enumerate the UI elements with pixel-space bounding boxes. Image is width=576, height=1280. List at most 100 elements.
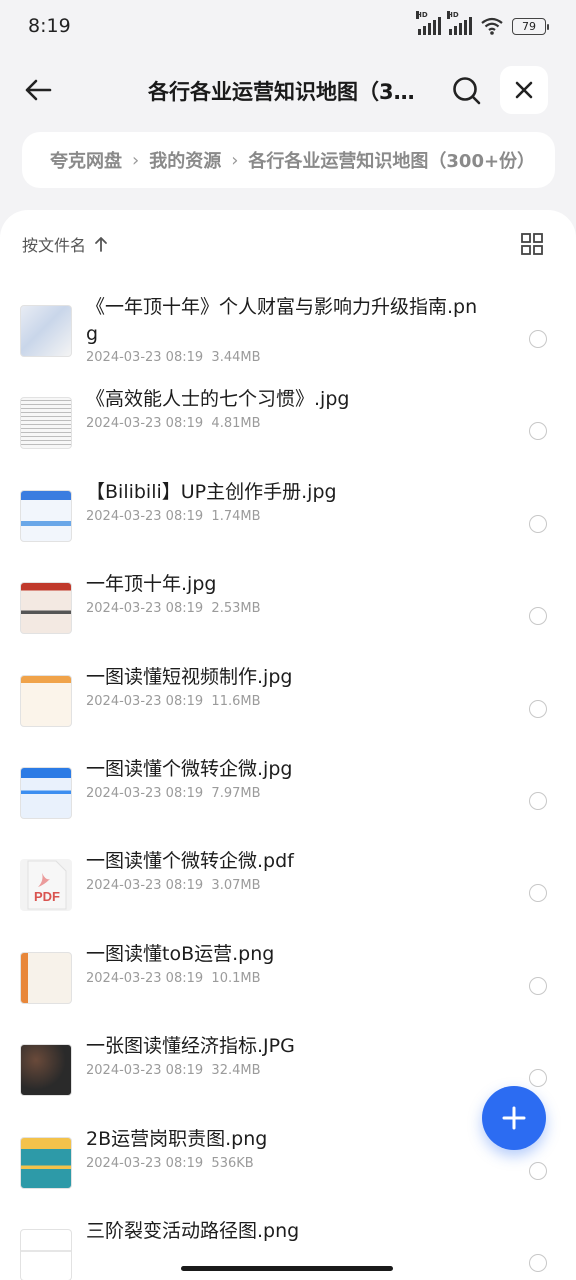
image-thumbnail — [20, 1228, 72, 1280]
file-row[interactable]: PDF 一图读懂个微转企微.pdf 2024-03-23 08:19 3.07MB — [0, 842, 576, 934]
signal-icon: HD — [447, 11, 472, 35]
page-title: 各行各业运营知识地图（300+份） — [148, 80, 428, 104]
file-date: 2024-03-23 08:19 — [86, 601, 204, 617]
file-date: 2024-03-23 08:19 — [86, 785, 204, 801]
file-name-line: 《高效能人士的七个习惯》.jpg — [86, 388, 350, 411]
grid-view-button[interactable] — [520, 232, 544, 256]
wifi-icon — [481, 17, 503, 35]
file-name-line: 一图读懂短视频制作.jpg — [86, 665, 293, 688]
status-icons: HD HD 79 — [416, 11, 549, 35]
top-app-bar: 各行各业运营知识地图（300+份） — [0, 62, 576, 120]
pdf-label: PDF — [34, 889, 60, 904]
status-bar: 8:19 HD HD 79 — [0, 0, 576, 52]
file-size: 10.1MB — [211, 970, 261, 986]
file-size: 3.07MB — [211, 878, 261, 894]
add-button[interactable] — [482, 1086, 546, 1150]
file-meta: 2024-03-23 08:19 536KB — [86, 1156, 254, 1171]
file-name: 一张图读懂经济指标.JPG — [86, 1033, 486, 1060]
file-name: 【Bilibili】UP主创作手册.jpg — [86, 479, 486, 506]
pdf-file-icon: PDF — [20, 859, 72, 912]
file-name-line: 一图读懂个微转企微.pdf — [86, 850, 294, 873]
file-name-line: 一年顶十年.jpg — [86, 573, 217, 596]
file-row[interactable]: 《一年顶十年》个人财富与影响力升级指南.pn g 2024-03-23 08:19 … — [0, 288, 576, 380]
file-name-line: g — [86, 323, 99, 345]
sort-button[interactable]: 按文件名 — [22, 232, 108, 256]
file-meta: 2024-03-23 08:19 10.1MB — [86, 971, 261, 986]
select-radio[interactable] — [529, 791, 547, 810]
back-button[interactable] — [20, 72, 56, 108]
hd-label: HD — [416, 11, 428, 19]
file-name-line: 一图读懂toB运营.png — [86, 942, 275, 965]
close-icon — [515, 81, 533, 99]
image-thumbnail — [20, 582, 72, 635]
file-size: 3.44MB — [211, 350, 261, 365]
select-radio[interactable] — [529, 422, 547, 441]
file-size: 32.4MB — [211, 1063, 261, 1079]
breadcrumb-item[interactable]: 我的资源 — [149, 147, 221, 173]
image-thumbnail — [20, 766, 72, 819]
file-date: 2024-03-23 08:19 — [86, 970, 204, 986]
select-radio[interactable] — [529, 607, 547, 626]
file-size: 11.6MB — [211, 693, 261, 709]
file-size: 1.74MB — [211, 508, 261, 524]
file-row[interactable]: 一图读懂toB运营.png 2024-03-23 08:19 10.1MB — [0, 935, 576, 1027]
select-radio[interactable] — [529, 1161, 547, 1180]
select-radio[interactable] — [529, 514, 547, 533]
breadcrumb-item[interactable]: 夸克网盘 — [50, 147, 122, 173]
file-date: 2024-03-23 08:19 — [86, 416, 204, 432]
select-radio[interactable] — [529, 1069, 547, 1088]
file-row[interactable]: 一年顶十年.jpg 2024-03-23 08:19 2.53MB — [0, 565, 576, 657]
file-row[interactable]: 【Bilibili】UP主创作手册.jpg 2024-03-23 08:19 1.… — [0, 473, 576, 565]
file-name: 《高效能人士的七个习惯》.jpg — [86, 386, 486, 413]
file-row[interactable]: 一图读懂个微转企微.jpg 2024-03-23 08:19 7.97MB — [0, 750, 576, 842]
file-name: 一年顶十年.jpg — [86, 571, 486, 598]
image-thumbnail — [20, 951, 72, 1004]
file-name: 三阶裂变活动路径图.png — [86, 1218, 486, 1245]
signal-icon: HD — [416, 11, 441, 35]
breadcrumb: 夸克网盘 › 我的资源 › 各行各业运营知识地图（300+份） — [22, 132, 555, 188]
search-button[interactable] — [448, 72, 486, 110]
file-meta: 2024-03-23 08:19 32.4MB — [86, 1063, 261, 1078]
file-size: 2.53MB — [211, 601, 261, 617]
file-size: 536KB — [211, 1155, 254, 1171]
file-date: 2024-03-23 08:19 — [86, 350, 204, 365]
file-name: 《一年顶十年》个人财富与影响力升级指南.pn g — [86, 294, 486, 348]
sort-label: 按文件名 — [22, 236, 87, 255]
battery-icon: 79 — [512, 17, 549, 35]
file-size: 4.81MB — [211, 416, 261, 432]
select-radio[interactable] — [529, 976, 547, 995]
close-button[interactable] — [500, 66, 548, 114]
select-radio[interactable] — [529, 330, 547, 348]
status-time: 8:19 — [28, 15, 71, 37]
hd-label: HD — [447, 11, 459, 19]
file-row[interactable]: 《高效能人士的七个习惯》.jpg 2024-03-23 08:19 4.81MB — [0, 380, 576, 472]
file-meta: 2024-03-23 08:19 3.44MB — [86, 350, 261, 365]
sort-row: 按文件名 — [22, 230, 544, 258]
breadcrumb-item[interactable]: 各行各业运营知识地图（300+份） — [248, 147, 535, 173]
file-name-line: 2B运营岗职责图.png — [86, 1127, 268, 1150]
select-radio[interactable] — [529, 699, 547, 718]
select-radio[interactable] — [529, 884, 547, 903]
file-name: 一图读懂个微转企微.pdf — [86, 848, 486, 875]
home-indicator[interactable] — [181, 1266, 393, 1271]
search-icon — [453, 77, 481, 105]
file-name-line: 三阶裂变活动路径图.png — [86, 1219, 300, 1242]
battery-level: 79 — [522, 19, 536, 33]
image-thumbnail — [20, 1044, 72, 1097]
chevron-right-icon: › — [132, 149, 140, 171]
chevron-right-icon: › — [231, 149, 239, 171]
file-meta: 2024-03-23 08:19 4.81MB — [86, 416, 261, 431]
select-radio[interactable] — [529, 1253, 547, 1272]
image-thumbnail — [20, 397, 72, 450]
file-row[interactable]: 一图读懂短视频制作.jpg 2024-03-23 08:19 11.6MB — [0, 658, 576, 750]
plus-icon — [502, 1106, 526, 1130]
file-date: 2024-03-23 08:19 — [86, 693, 204, 709]
file-name-line: 一张图读懂经济指标.JPG — [86, 1035, 295, 1058]
file-name: 一图读懂toB运营.png — [86, 941, 486, 968]
arrow-up-icon — [95, 237, 107, 252]
file-name: 一图读懂短视频制作.jpg — [86, 664, 486, 691]
file-date: 2024-03-23 08:19 — [86, 508, 204, 524]
file-meta: 2024-03-23 08:19 2.53MB — [86, 601, 261, 616]
file-name-line: 《一年顶十年》个人财富与影响力升级指南.pn — [86, 296, 478, 318]
file-date: 2024-03-23 08:19 — [86, 1063, 204, 1079]
